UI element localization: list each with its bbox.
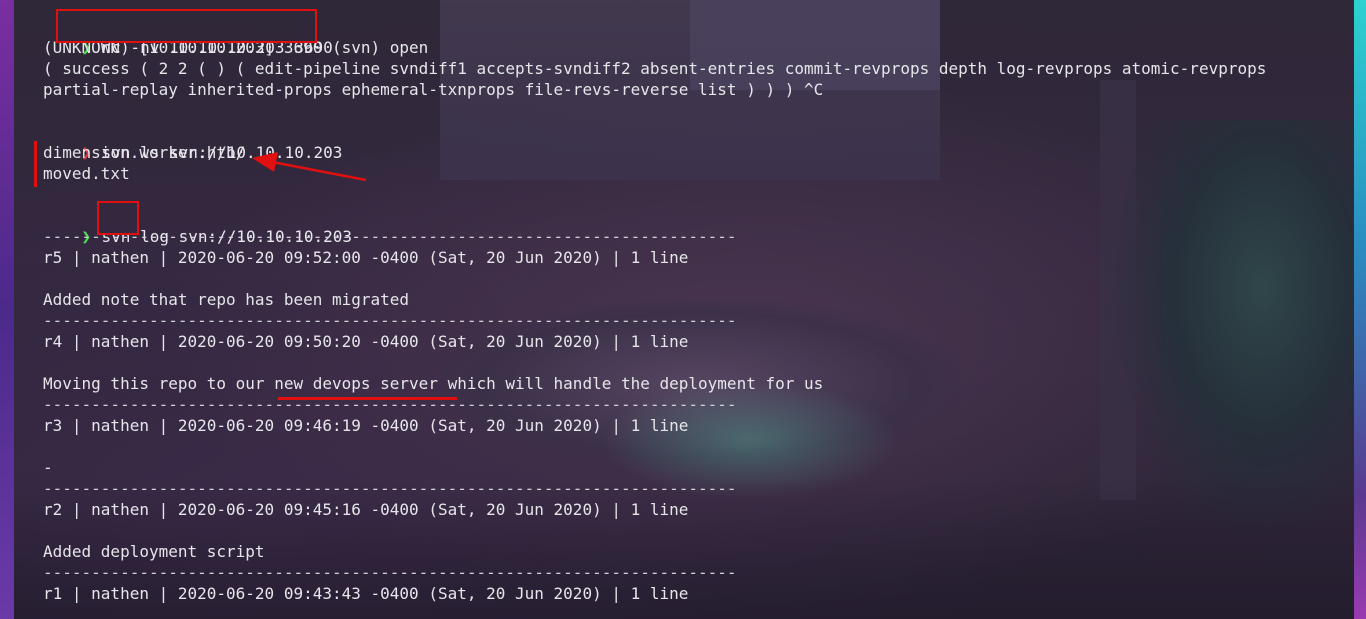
arrow-left-icon: [252, 152, 367, 182]
